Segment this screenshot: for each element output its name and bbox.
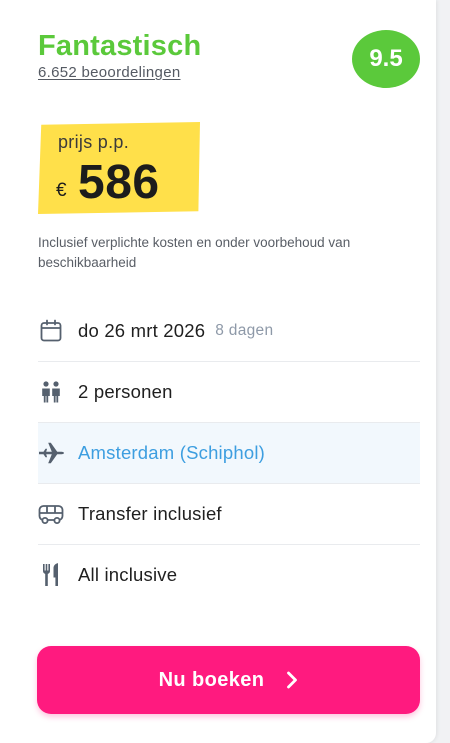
book-now-button[interactable]: Nu boeken (37, 646, 420, 714)
fork-knife-icon (38, 562, 64, 588)
board-row[interactable]: All inclusive (38, 545, 420, 605)
rating-header: Fantastisch 6.652 beoordelingen (38, 30, 406, 82)
booking-card: Fantastisch 6.652 beoordelingen 9.5 prij… (0, 0, 436, 743)
price-currency: € (56, 180, 67, 201)
board-text: All inclusive (78, 564, 178, 585)
persons-text: 2 personen (78, 381, 173, 402)
bus-icon (38, 501, 64, 527)
date-row[interactable]: do 26 mrt 2026 8 dagen (38, 301, 420, 362)
price-disclaimer: Inclusief verplichte kosten en onder voo… (38, 235, 351, 270)
departure-link[interactable]: Amsterdam (Schiphol) (78, 442, 265, 464)
calendar-icon (38, 318, 64, 344)
transfer-row[interactable]: Transfer inclusief (38, 484, 420, 545)
airplane-icon (38, 440, 64, 466)
chevron-right-icon (286, 671, 298, 689)
departure-row[interactable]: Amsterdam (Schiphol) (38, 423, 420, 484)
price-amount: 586 (78, 156, 160, 209)
price-label: prijs p.p. (58, 132, 130, 152)
persons-icon (38, 379, 64, 405)
date-text: do 26 mrt 2026 (78, 320, 206, 341)
book-now-label: Nu boeken (158, 668, 265, 691)
transfer-text: Transfer inclusief (78, 503, 222, 524)
price-box: prijs p.p. € 586 (38, 122, 200, 214)
score-badge: 9.5 (352, 30, 420, 88)
rating-label: Fantastisch (38, 30, 202, 62)
persons-row[interactable]: 2 personen (38, 362, 420, 423)
duration-text: 8 dagen (215, 322, 274, 339)
reviews-link[interactable]: 6.652 beoordelingen (38, 64, 181, 81)
trip-details: do 26 mrt 2026 8 dagen 2 personen Amster… (38, 301, 420, 605)
